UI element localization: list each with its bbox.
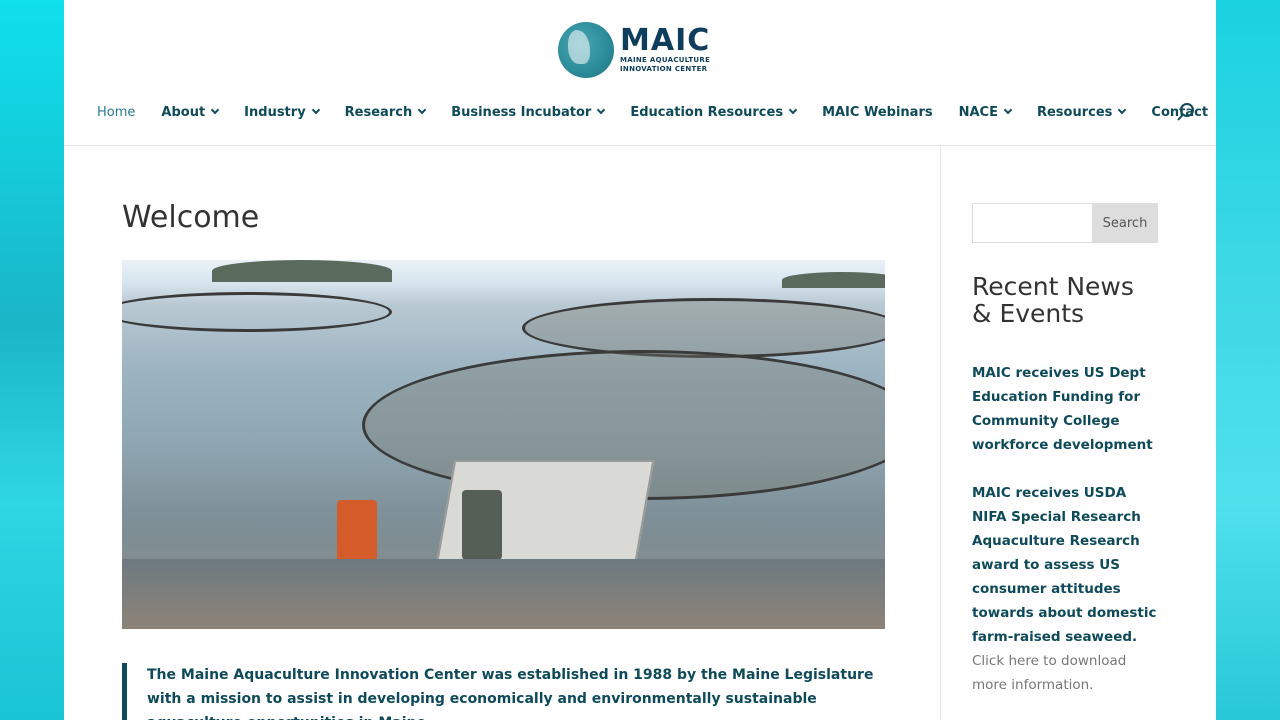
site-logo[interactable]: MAIC MAINE AQUACULTURE INNOVATION CENTER: [558, 20, 726, 80]
news-link[interactable]: MAIC receives USDA NIFA Special Research…: [972, 485, 1156, 645]
news-list: MAIC receives US Dept Education Funding …: [972, 361, 1158, 697]
chevron-down-icon: [1003, 105, 1013, 115]
logo-emblem-icon: [558, 22, 614, 78]
nav-item-industry[interactable]: Industry: [244, 104, 320, 120]
nav-item-nace[interactable]: NACE: [958, 104, 1013, 120]
sidebar-search: Search: [972, 203, 1158, 243]
intro-quote: The Maine Aquaculture Innovation Center …: [122, 663, 885, 720]
news-item: MAIC receives USDA NIFA Special Research…: [972, 481, 1158, 697]
hero-image: [122, 260, 885, 629]
chevron-down-icon: [311, 105, 320, 115]
nav-item-research[interactable]: Research: [344, 104, 427, 120]
nav-item-about[interactable]: About: [161, 104, 220, 120]
news-item: MAIC receives US Dept Education Funding …: [972, 361, 1158, 457]
site-header: MAIC MAINE AQUACULTURE INNOVATION CENTER…: [64, 0, 1216, 146]
chevron-down-icon: [210, 105, 220, 115]
main-navigation: Home About Industry Research Business Incuba…: [97, 100, 1208, 124]
news-more-info: Click here to download more information.: [972, 653, 1127, 693]
nav-item-business-incubator[interactable]: Business Incubator: [451, 104, 606, 120]
nav-item-label: MAIC Webinars: [822, 104, 933, 120]
nav-item-resources[interactable]: Resources: [1036, 104, 1127, 120]
search-button[interactable]: Search: [1092, 203, 1158, 243]
chevron-down-icon: [788, 105, 798, 115]
nav-item-label: Resources: [1036, 104, 1113, 120]
logo-text: MAIC MAINE AQUACULTURE INNOVATION CENTER: [620, 26, 710, 74]
sidebar-divider: [940, 146, 941, 720]
news-link[interactable]: MAIC receives US Dept Education Funding …: [972, 365, 1153, 453]
chevron-down-icon: [1118, 105, 1127, 115]
nav-item-label: NACE: [958, 104, 998, 120]
page-title: Welcome: [122, 200, 260, 235]
nav-item-label: Research: [344, 104, 413, 120]
dock: [122, 559, 885, 629]
nav-item-label: Home: [97, 104, 136, 120]
nav-item-label: Business Incubator: [451, 104, 592, 120]
search-icon[interactable]: [1176, 102, 1196, 122]
nav-item-label: Industry: [244, 104, 306, 120]
logo-subtitle-line1: MAINE AQUACULTURE: [620, 56, 711, 64]
nav-item-label: Education Resources: [630, 104, 784, 120]
search-input[interactable]: [972, 203, 1092, 243]
recent-news-title: Recent News & Events: [972, 272, 1134, 328]
chevron-down-icon: [597, 105, 606, 115]
nav-item-education-resources[interactable]: Education Resources: [630, 104, 798, 120]
nav-item-maic-webinars[interactable]: MAIC Webinars: [822, 105, 933, 120]
logo-subtitle-line2: INNOVATION CENTER: [620, 65, 708, 73]
logo-wordmark: MAIC: [620, 23, 711, 58]
nav-item-home[interactable]: Home: [97, 105, 135, 120]
page-container: MAIC MAINE AQUACULTURE INNOVATION CENTER…: [64, 0, 1216, 720]
background-right: [1216, 0, 1280, 720]
background-left: [0, 0, 64, 720]
chevron-down-icon: [417, 105, 427, 115]
nav-item-label: About: [161, 104, 206, 120]
main-content: Welcome The Maine Aquaculture Innovation…: [122, 146, 885, 720]
sidebar: Search Recent News & Events MAIC receive…: [972, 203, 1158, 720]
